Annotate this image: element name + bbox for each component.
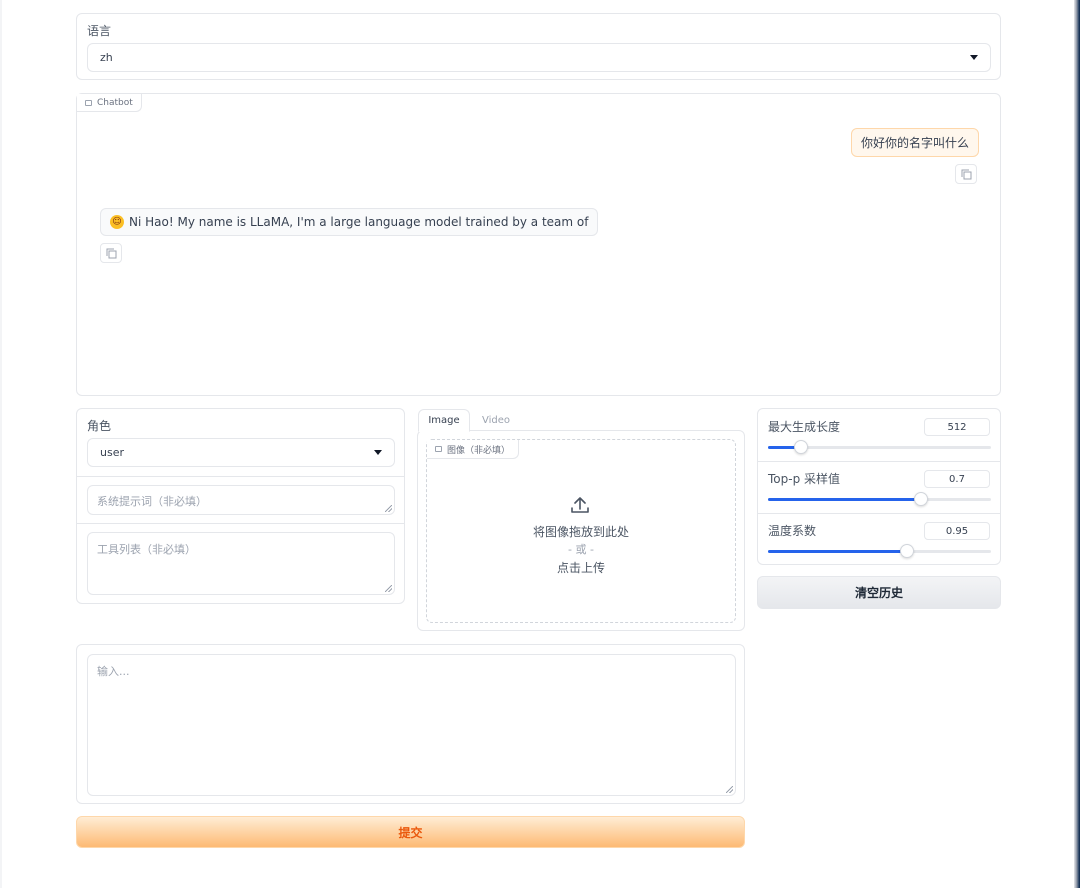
language-label: 语言 (87, 24, 112, 38)
temperature-input[interactable]: 0.95 (924, 522, 990, 540)
or-text: - 或 - (568, 543, 594, 556)
slider-thumb[interactable] (900, 544, 915, 558)
clear-history-button[interactable]: 清空历史 (757, 576, 1001, 609)
max-length-input[interactable]: 512 (924, 418, 990, 436)
click-upload-text: 点击上传 (556, 561, 605, 575)
role-label: 角色 (87, 419, 112, 433)
chevron-down-icon (374, 450, 382, 455)
max-length-slider[interactable] (768, 440, 991, 454)
resize-handle[interactable] (726, 786, 733, 793)
upload-icon (571, 497, 589, 513)
language-block: 语言 zh (76, 13, 1001, 80)
tab-image-label: Image (428, 415, 460, 426)
chat-icon (85, 99, 92, 106)
slider-thumb[interactable] (794, 440, 809, 454)
slider-fill (768, 498, 921, 501)
system-prompt-placeholder: 系统提示词（非必填） (97, 495, 207, 508)
chatbot-panel: Chatbot 你好你的名字叫什么 ☺ Ni Hao! My name is L… (76, 93, 1001, 396)
image-upload-tag: 图像（非必填） (427, 440, 520, 459)
chatbot-label: Chatbot (97, 97, 133, 108)
tools-input[interactable]: 工具列表（非必填） (87, 532, 395, 595)
drop-text: 将图像拖放到此处 (532, 525, 629, 539)
chatbot-tag: Chatbot (77, 94, 142, 112)
resize-handle[interactable] (385, 505, 392, 512)
tools-placeholder: 工具列表（非必填） (97, 543, 196, 556)
window-edge-left (0, 0, 2, 888)
param-label: 最大生成长度 (768, 420, 841, 434)
copy-icon (106, 248, 117, 259)
copy-user-message-button[interactable] (955, 164, 977, 184)
copy-bot-message-button[interactable] (100, 243, 122, 263)
system-prompt-input[interactable]: 系统提示词（非必填） (87, 485, 395, 515)
user-message: 你好你的名字叫什么 (851, 128, 980, 157)
slider-fill (768, 550, 908, 553)
divider (77, 476, 404, 477)
param-max-length: 最大生成长度 512 (758, 409, 1000, 461)
input-block: 输入... (76, 644, 745, 804)
params-block: 最大生成长度 512 Top-p 采样值 0.7 温度系数 0.95 (757, 408, 1001, 565)
bot-message-text: Ni Hao! My name is LLaMA, I'm a large la… (129, 215, 589, 229)
user-message-text: 你好你的名字叫什么 (861, 136, 970, 150)
copy-icon (961, 169, 972, 180)
message-input[interactable]: 输入... (87, 654, 736, 796)
role-select[interactable]: user (87, 438, 395, 467)
language-select[interactable]: zh (87, 43, 991, 72)
param-label: Top-p 采样值 (768, 472, 841, 486)
chevron-down-icon (970, 55, 978, 60)
message-input-placeholder: 输入... (97, 665, 130, 678)
slider-thumb[interactable] (913, 492, 928, 506)
divider (77, 523, 404, 524)
image-upload-label: 图像（非必填） (447, 445, 511, 456)
bot-message: ☺ Ni Hao! My name is LLaMA, I'm a large … (100, 208, 599, 236)
window-edge-right (1074, 0, 1080, 888)
tab-video-label: Video (481, 414, 511, 426)
param-top-p: Top-p 采样值 0.7 (758, 461, 1000, 513)
param-label: 温度系数 (768, 524, 817, 538)
resize-handle[interactable] (385, 585, 392, 592)
tab-video[interactable]: Video (472, 409, 520, 431)
role-block: 角色 user 系统提示词（非必填） 工具列表（非必填） (76, 408, 405, 604)
tab-image[interactable]: Image (418, 409, 470, 432)
top-p-slider[interactable] (768, 492, 991, 506)
language-value: zh (100, 51, 113, 64)
param-temperature: 温度系数 0.95 (758, 513, 1000, 565)
image-icon (435, 446, 442, 452)
submit-button[interactable]: 提交 (76, 816, 745, 848)
role-value: user (100, 446, 124, 459)
temperature-slider[interactable] (768, 544, 991, 558)
image-upload-dropzone[interactable]: 图像（非必填） 将图像拖放到此处 - 或 - 点击上传 (426, 439, 736, 623)
smile-emoji-icon: ☺ (110, 215, 124, 229)
top-p-input[interactable]: 0.7 (924, 470, 990, 488)
